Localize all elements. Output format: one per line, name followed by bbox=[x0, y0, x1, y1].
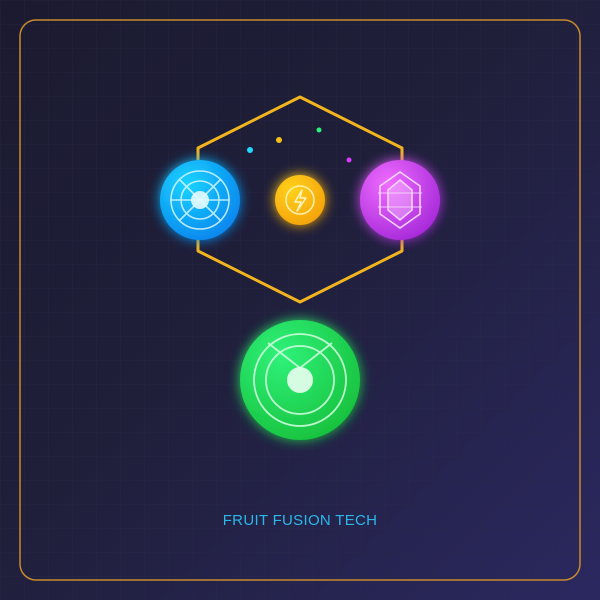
particle-dot bbox=[346, 157, 352, 163]
crystal-gem-icon bbox=[360, 160, 440, 240]
artwork bbox=[0, 0, 600, 600]
orb-blue-icon bbox=[160, 160, 240, 240]
tagline-text: FRUIT FUSION TECH bbox=[222, 512, 378, 529]
particle-dot bbox=[316, 127, 322, 133]
orb-green-icon bbox=[240, 320, 360, 440]
particle-dot bbox=[247, 147, 253, 153]
grid-background bbox=[0, 0, 600, 600]
lightning-bolt-icon bbox=[275, 175, 325, 225]
canvas: FRUIT FUSION TECH bbox=[0, 0, 600, 600]
particle-dot bbox=[276, 137, 282, 143]
